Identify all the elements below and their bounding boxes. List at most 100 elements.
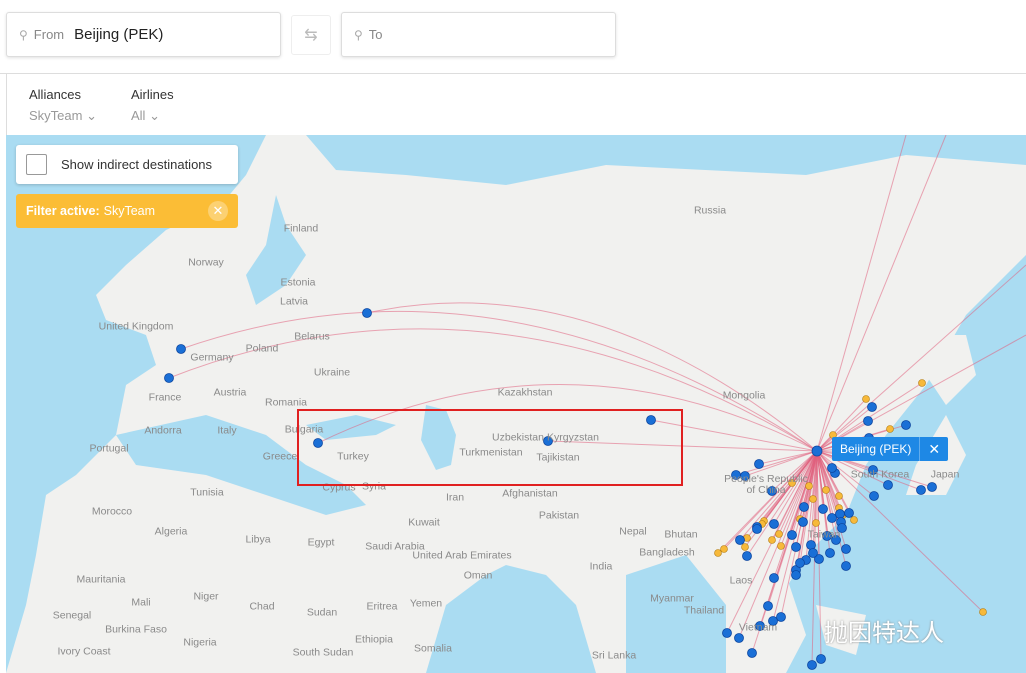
swap-button[interactable]: ⇆	[291, 15, 331, 55]
clear-origin-close-icon[interactable]: ✕	[919, 437, 948, 461]
destination-marker[interactable]	[827, 463, 837, 473]
airlines-value: All	[131, 108, 146, 123]
destination-marker[interactable]	[827, 513, 837, 523]
country-label: Morocco	[91, 505, 133, 518]
destination-marker[interactable]	[825, 548, 835, 558]
destination-marker[interactable]	[791, 570, 801, 580]
destination-marker[interactable]	[869, 491, 879, 501]
partner-destination-marker[interactable]	[918, 379, 926, 387]
country-label: South Korea	[850, 468, 910, 481]
from-field[interactable]: ⚲ From Beijing (PEK)	[6, 12, 281, 57]
partner-destination-marker[interactable]	[714, 549, 722, 557]
destination-marker[interactable]	[176, 344, 186, 354]
destination-marker[interactable]	[734, 633, 744, 643]
country-label: Mali	[131, 596, 151, 609]
partner-destination-marker[interactable]	[720, 545, 728, 553]
alliances-dropdown[interactable]: SkyTeam ⌄	[29, 108, 97, 124]
origin-marker[interactable]	[811, 445, 823, 457]
country-label: Ivory Coast	[57, 645, 111, 658]
chevron-down-icon: ⌄	[86, 108, 97, 123]
country-label: Germany	[190, 351, 234, 364]
clear-filter-close-icon[interactable]: ✕	[208, 201, 228, 221]
country-label: Ukraine	[313, 366, 351, 379]
country-label: Belarus	[294, 330, 330, 343]
from-value[interactable]: Beijing (PEK)	[74, 26, 163, 43]
highlight-box	[297, 409, 683, 486]
partner-destination-marker[interactable]	[741, 543, 749, 551]
destination-marker[interactable]	[735, 535, 745, 545]
country-label: Portugal	[89, 442, 129, 455]
country-label: India	[589, 560, 613, 573]
partner-destination-marker[interactable]	[777, 542, 785, 550]
destination-marker[interactable]	[362, 308, 372, 318]
destination-marker[interactable]	[916, 485, 926, 495]
destination-marker[interactable]	[763, 601, 773, 611]
partner-destination-marker[interactable]	[886, 425, 894, 433]
destination-marker[interactable]	[844, 508, 854, 518]
show-indirect-toggle[interactable]: Show indirect destinations	[16, 145, 238, 184]
country-label: Bhutan	[664, 528, 698, 541]
partner-destination-marker[interactable]	[835, 492, 843, 500]
partner-destination-marker[interactable]	[850, 516, 858, 524]
country-label: Yemen	[409, 597, 443, 610]
partner-destination-marker[interactable]	[812, 519, 820, 527]
destination-marker[interactable]	[795, 558, 805, 568]
airlines-dropdown[interactable]: All ⌄	[131, 108, 174, 124]
destination-marker[interactable]	[806, 540, 816, 550]
destination-marker[interactable]	[791, 542, 801, 552]
destination-marker[interactable]	[841, 544, 851, 554]
country-label: Eritrea	[366, 600, 398, 613]
indirect-checkbox[interactable]	[26, 154, 47, 175]
alliances-value: SkyTeam	[29, 108, 83, 123]
destination-marker[interactable]	[776, 612, 786, 622]
destination-marker[interactable]	[808, 548, 818, 558]
destination-marker[interactable]	[863, 416, 873, 426]
airlines-filter[interactable]: Airlines All ⌄	[131, 87, 174, 124]
destination-marker[interactable]	[818, 504, 828, 514]
destination-marker[interactable]	[927, 482, 937, 492]
destination-marker[interactable]	[787, 530, 797, 540]
destination-marker[interactable]	[799, 502, 809, 512]
alliances-filter[interactable]: Alliances SkyTeam ⌄	[29, 87, 97, 124]
destination-marker[interactable]	[752, 524, 762, 534]
destination-marker[interactable]	[841, 561, 851, 571]
country-label: South Sudan	[292, 646, 354, 659]
destination-marker[interactable]	[816, 654, 826, 664]
country-label: Finland	[283, 222, 319, 235]
destination-marker[interactable]	[722, 628, 732, 638]
destination-marker[interactable]	[867, 402, 877, 412]
destination-marker[interactable]	[901, 420, 911, 430]
partner-destination-marker[interactable]	[809, 495, 817, 503]
country-label: Burkina Faso	[105, 623, 167, 636]
destination-marker[interactable]	[747, 648, 757, 658]
destination-marker[interactable]	[742, 551, 752, 561]
from-label: From	[33, 27, 65, 42]
location-pin-icon: ⚲	[19, 27, 28, 42]
country-label: United Arab Emirates	[412, 549, 512, 562]
destination-marker[interactable]	[798, 517, 808, 527]
partner-destination-marker[interactable]	[775, 530, 783, 538]
destination-marker[interactable]	[754, 459, 764, 469]
destination-marker[interactable]	[769, 573, 779, 583]
filter-active-banner: Filter active: SkyTeam ✕	[16, 194, 238, 228]
country-label: People's Republic of China	[724, 473, 808, 496]
destination-marker[interactable]	[807, 660, 817, 670]
country-label: Andorra	[144, 424, 182, 437]
country-label: Kuwait	[408, 516, 440, 529]
country-label: Bangladesh	[639, 546, 695, 559]
destination-marker[interactable]	[835, 509, 845, 519]
country-label: Latvia	[279, 295, 309, 308]
watermark: 抛因特达人	[824, 619, 944, 647]
country-label: Japan	[930, 468, 960, 481]
destination-marker[interactable]	[769, 519, 779, 529]
route-map[interactable]: Russia Finland Norway Estonia Latvia United K…	[6, 135, 1026, 673]
partner-destination-marker[interactable]	[862, 395, 870, 403]
destination-marker[interactable]	[164, 373, 174, 383]
partner-destination-marker[interactable]	[822, 486, 830, 494]
country-label: Norway	[188, 256, 224, 269]
to-field[interactable]: ⚲ To	[341, 12, 616, 57]
country-label: Taiwan	[807, 528, 841, 541]
partner-destination-marker[interactable]	[768, 536, 776, 544]
partner-destination-marker[interactable]	[979, 608, 987, 616]
destination-marker[interactable]	[883, 480, 893, 490]
